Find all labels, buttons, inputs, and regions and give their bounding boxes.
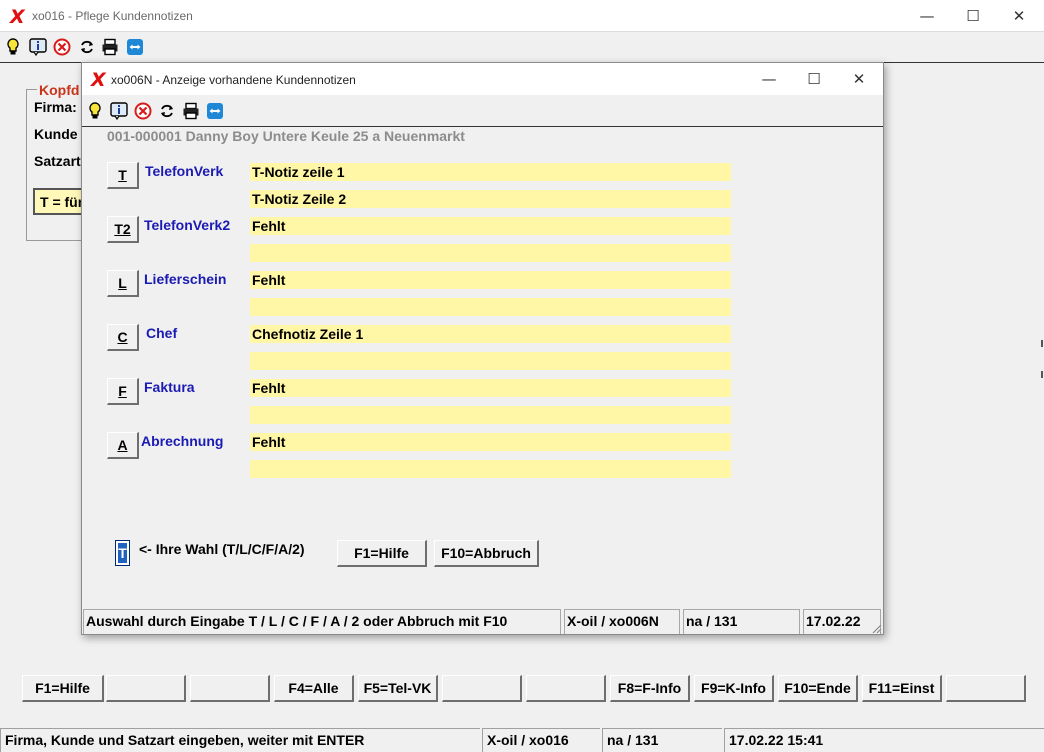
info-icon[interactable] [28,37,47,56]
help-button[interactable]: F1=Hilfe [337,540,427,567]
selection-label: <- Ihre Wahl (T/L/C/F/A/2) [139,541,305,557]
header-groupbox-title: Kopfd [37,82,82,98]
abrechnung-label: Abrechnung [141,433,224,449]
main-status-datetime: 17.02.22 15:41 [724,728,1044,752]
lieferschein-note-line-1[interactable]: Fehlt [250,271,731,289]
main-titlebar: X xo016 - Pflege Kundennotizen — ☐ ✕ [0,0,1044,32]
main-window-title: xo016 - Pflege Kundennotizen [32,9,193,23]
f4-all-button[interactable]: F4=Alle [274,675,354,702]
f5-tel-vk-button[interactable]: F5=Tel-VK [358,675,438,702]
telefonverk2-note-line-2[interactable] [250,244,731,262]
teamviewer-icon[interactable] [205,101,224,120]
f6-empty-button[interactable] [442,675,522,702]
printer-icon[interactable] [181,101,200,120]
faktura-note-line-2[interactable] [250,406,731,424]
satzart-field[interactable]: T = für [33,188,88,215]
info-icon[interactable] [109,101,128,120]
main-status-program: X-oil / xo016 [482,728,600,752]
main-status-message: Firma, Kunde und Satzart eingeben, weite… [0,728,480,752]
window-edge-marker [1041,371,1043,378]
dialog-title: xo006N - Anzeige vorhandene Kundennotize… [111,73,356,87]
dialog-toolbar-separator [82,126,883,127]
cancel-icon[interactable] [52,37,71,56]
f8-f-info-button[interactable]: F8=F-Info [610,675,690,702]
dialog-status-user: na / 131 [683,609,800,634]
main-status-user: na / 131 [602,728,722,752]
kunde-label: Kunde [34,126,78,142]
abrechnung-button[interactable]: A [107,432,139,459]
f3-empty-button[interactable] [190,675,270,702]
dialog-app-logo-icon: X [91,69,106,91]
lieferschein-note-line-2[interactable] [250,298,731,316]
dialog-status-message: Auswahl durch Eingabe T / L / C / F / A … [83,609,561,634]
lightbulb-icon[interactable] [85,101,104,120]
printer-icon[interactable] [100,37,119,56]
customer-header: 001-000001 Danny Boy Untere Keule 25 a N… [107,128,465,144]
maximize-button[interactable]: ☐ [950,0,996,31]
notes-dialog: X xo006N - Anzeige vorhandene Kundennoti… [81,62,884,635]
faktura-label: Faktura [144,379,195,395]
telefonverk-note-line-2[interactable]: T-Notiz Zeile 2 [250,190,731,208]
telefonverk2-button[interactable]: T2 [107,216,139,243]
dialog-titlebar: X xo006N - Anzeige vorhandene Kundennoti… [82,63,883,95]
lightbulb-icon[interactable] [3,37,22,56]
dialog-status-program: X-oil / xo006N [564,609,680,634]
refresh-icon[interactable] [77,37,96,56]
lieferschein-label: Lieferschein [144,271,227,287]
dialog-toolbar [82,97,883,125]
chef-note-line-2[interactable] [250,352,731,370]
telefonverk-label: TelefonVerk [145,163,224,179]
f12-empty-button[interactable] [946,675,1026,702]
firma-label: Firma: [34,99,77,115]
refresh-icon[interactable] [157,101,176,120]
window-edge-marker [1041,340,1043,347]
chef-button[interactable]: C [107,324,139,351]
satzart-label: Satzart [34,153,81,169]
dialog-minimize-button[interactable]: — [746,63,792,94]
faktura-note-line-1[interactable]: Fehlt [250,379,731,397]
app-logo-icon: X [10,6,25,28]
cancel-button[interactable]: F10=Abbruch [434,540,539,567]
abrechnung-note-line-1[interactable]: Fehlt [250,433,731,451]
abrechnung-note-line-2[interactable] [250,460,731,478]
faktura-button[interactable]: F [107,378,139,405]
telefonverk2-label: TelefonVerk2 [144,217,231,233]
f9-k-info-button[interactable]: F9=K-Info [694,675,774,702]
telefonverk-note-line-1[interactable]: T-Notiz zeile 1 [250,163,731,181]
chef-note-line-1[interactable]: Chefnotiz Zeile 1 [250,325,731,343]
telefonverk2-note-line-1[interactable]: Fehlt [250,217,731,235]
cancel-icon[interactable] [133,101,152,120]
f7-empty-button[interactable] [526,675,606,702]
lieferschein-button[interactable]: L [107,270,139,297]
dialog-close-button[interactable]: ✕ [836,63,882,94]
f10-end-button[interactable]: F10=Ende [778,675,858,702]
selection-input[interactable]: T [115,540,130,566]
teamviewer-icon[interactable] [125,37,144,56]
dialog-maximize-button[interactable]: ☐ [791,63,837,94]
f11-settings-button[interactable]: F11=Einst [862,675,942,702]
f2-empty-button[interactable] [106,675,186,702]
chef-label: Chef [146,325,178,341]
resize-grip-icon[interactable] [870,621,882,634]
close-button[interactable]: ✕ [996,0,1042,31]
minimize-button[interactable]: — [904,0,950,31]
main-toolbar [0,33,1044,61]
f1-help-button[interactable]: F1=Hilfe [22,675,104,702]
telefonverk-button[interactable]: T [107,162,139,189]
